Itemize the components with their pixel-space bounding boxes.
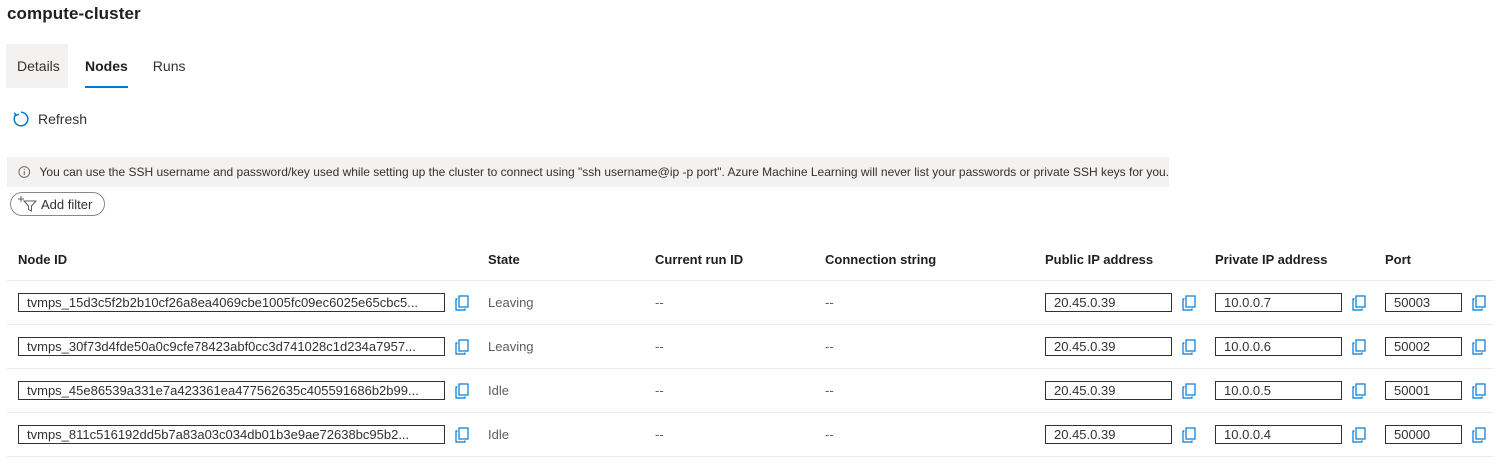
public-ip-cell: 20.45.0.39	[1045, 325, 1196, 368]
table-body: tvmps_15d3c5f2b2b10cf26a8ea4069cbe1005fc…	[7, 281, 1493, 457]
private-ip-cell: 10.0.0.5	[1215, 369, 1366, 412]
port-field[interactable]: 50000	[1385, 425, 1462, 444]
copy-icon[interactable]	[1352, 294, 1366, 311]
node-id-field[interactable]: tvmps_811c516192dd5b7a83a03c034db01b3e9a…	[18, 425, 445, 444]
node-id-cell: tvmps_15d3c5f2b2b10cf26a8ea4069cbe1005fc…	[18, 281, 469, 324]
table-row: tvmps_30f73d4fde50a0c9cfe78423abf0cc3d74…	[7, 325, 1493, 369]
tab-bar: Details Nodes Runs	[6, 44, 199, 88]
refresh-button[interactable]: Refresh	[12, 108, 87, 130]
public-ip-field[interactable]: 20.45.0.39	[1045, 337, 1172, 356]
add-filter-button[interactable]: Add filter	[10, 192, 105, 216]
table-header-row: Node ID State Current run ID Connection …	[7, 238, 1493, 281]
copy-icon[interactable]	[1472, 294, 1486, 311]
copy-icon[interactable]	[1182, 382, 1196, 399]
connection-string-cell: --	[825, 295, 834, 310]
port-cell: 50003	[1385, 281, 1486, 324]
tab-runs[interactable]: Runs	[139, 44, 200, 88]
state-cell: Leaving	[488, 339, 534, 354]
copy-icon[interactable]	[1182, 426, 1196, 443]
info-message-bar: You can use the SSH username and passwor…	[7, 157, 1169, 187]
copy-icon[interactable]	[1352, 382, 1366, 399]
refresh-icon	[13, 111, 29, 127]
connection-string-cell: --	[825, 427, 834, 442]
table-row: tvmps_811c516192dd5b7a83a03c034db01b3e9a…	[7, 413, 1493, 457]
connection-string-cell: --	[825, 339, 834, 354]
page-title: compute-cluster	[7, 4, 141, 23]
public-ip-cell: 20.45.0.39	[1045, 413, 1196, 456]
header-node-id[interactable]: Node ID	[18, 238, 67, 280]
copy-icon[interactable]	[1472, 338, 1486, 355]
node-id-field[interactable]: tvmps_15d3c5f2b2b10cf26a8ea4069cbe1005fc…	[18, 293, 445, 312]
header-public-ip[interactable]: Public IP address	[1045, 238, 1153, 280]
port-field[interactable]: 50003	[1385, 293, 1462, 312]
tab-nodes[interactable]: Nodes	[74, 44, 139, 88]
copy-icon[interactable]	[1352, 426, 1366, 443]
private-ip-field[interactable]: 10.0.0.6	[1215, 337, 1342, 356]
node-id-cell: tvmps_45e86539a331e7a423361ea477562635c4…	[18, 369, 469, 412]
private-ip-field[interactable]: 10.0.0.5	[1215, 381, 1342, 400]
header-private-ip[interactable]: Private IP address	[1215, 238, 1328, 280]
current-run-id-cell: --	[655, 295, 664, 310]
private-ip-cell: 10.0.0.4	[1215, 413, 1366, 456]
info-message-text: You can use the SSH username and passwor…	[39, 165, 1170, 179]
refresh-label: Refresh	[38, 111, 88, 127]
copy-icon[interactable]	[1352, 338, 1366, 355]
header-port[interactable]: Port	[1385, 238, 1411, 280]
port-cell: 50002	[1385, 325, 1486, 368]
page: compute-cluster Details Nodes Runs Refre…	[0, 0, 1499, 467]
port-field[interactable]: 50002	[1385, 337, 1462, 356]
private-ip-field[interactable]: 10.0.0.4	[1215, 425, 1342, 444]
public-ip-cell: 20.45.0.39	[1045, 369, 1196, 412]
add-filter-label: Add filter	[41, 196, 93, 212]
info-icon	[18, 166, 31, 178]
node-id-cell: tvmps_811c516192dd5b7a83a03c034db01b3e9a…	[18, 413, 469, 456]
copy-icon[interactable]	[455, 426, 469, 443]
current-run-id-cell: --	[655, 339, 664, 354]
private-ip-field[interactable]: 10.0.0.7	[1215, 293, 1342, 312]
port-field[interactable]: 50001	[1385, 381, 1462, 400]
copy-icon[interactable]	[455, 338, 469, 355]
port-cell: 50001	[1385, 369, 1486, 412]
private-ip-cell: 10.0.0.6	[1215, 325, 1366, 368]
add-filter-icon	[18, 196, 38, 212]
public-ip-field[interactable]: 20.45.0.39	[1045, 293, 1172, 312]
nodes-table: Node ID State Current run ID Connection …	[7, 238, 1493, 457]
table-row: tvmps_45e86539a331e7a423361ea477562635c4…	[7, 369, 1493, 413]
header-current-run-id[interactable]: Current run ID	[655, 238, 743, 280]
copy-icon[interactable]	[1472, 426, 1486, 443]
copy-icon[interactable]	[1182, 294, 1196, 311]
copy-icon[interactable]	[455, 294, 469, 311]
node-id-field[interactable]: tvmps_45e86539a331e7a423361ea477562635c4…	[18, 381, 445, 400]
public-ip-field[interactable]: 20.45.0.39	[1045, 425, 1172, 444]
copy-icon[interactable]	[1182, 338, 1196, 355]
state-cell: Idle	[488, 427, 509, 442]
table-row: tvmps_15d3c5f2b2b10cf26a8ea4069cbe1005fc…	[7, 281, 1493, 325]
connection-string-cell: --	[825, 383, 834, 398]
private-ip-cell: 10.0.0.7	[1215, 281, 1366, 324]
copy-icon[interactable]	[1472, 382, 1486, 399]
current-run-id-cell: --	[655, 427, 664, 442]
copy-icon[interactable]	[455, 382, 469, 399]
current-run-id-cell: --	[655, 383, 664, 398]
tab-details[interactable]: Details	[6, 44, 68, 88]
port-cell: 50000	[1385, 413, 1486, 456]
state-cell: Idle	[488, 383, 509, 398]
public-ip-field[interactable]: 20.45.0.39	[1045, 381, 1172, 400]
node-id-field[interactable]: tvmps_30f73d4fde50a0c9cfe78423abf0cc3d74…	[18, 337, 445, 356]
node-id-cell: tvmps_30f73d4fde50a0c9cfe78423abf0cc3d74…	[18, 325, 469, 368]
header-connection-string[interactable]: Connection string	[825, 238, 936, 280]
public-ip-cell: 20.45.0.39	[1045, 281, 1196, 324]
header-state[interactable]: State	[488, 238, 520, 280]
state-cell: Leaving	[488, 295, 534, 310]
